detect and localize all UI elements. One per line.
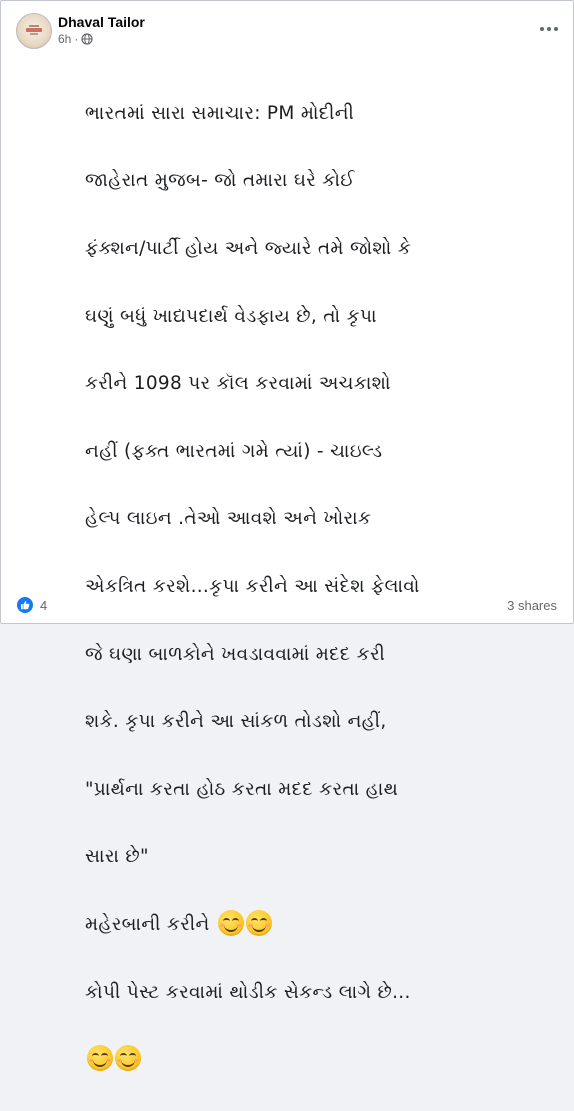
emoji-line (85, 1043, 525, 1077)
reaction-count[interactable]: 4 (40, 598, 47, 613)
smiling-face-emoji-icon (217, 909, 244, 936)
post-time[interactable]: 6h (58, 32, 71, 46)
post-card: Dhaval Tailor 6h · ભારતમાં સારા સમાચાર: … (0, 0, 574, 1072)
more-options-icon[interactable] (537, 19, 561, 39)
post-line: જાહેરાત મુજબ- જો તમારા ઘરે કોઈ (85, 170, 355, 192)
post-header: Dhaval Tailor 6h · (16, 13, 561, 53)
post-meta: 6h · (58, 32, 93, 46)
post-line: હેલ્પ લાઇન .તેઓ આવશે અને ખોરાક (85, 508, 372, 530)
smiling-face-emoji-icon (87, 1045, 113, 1072)
post-line: "પ્રાર્થના કરતા હોઠ કરતા મદદ કરતા હાથ (85, 778, 399, 800)
post-footer: 4 3 shares (17, 597, 557, 615)
globe-icon (81, 33, 93, 45)
post-line-with-emoji: મહેરબાની કરીને (85, 908, 525, 942)
post-line: ઘણું બધું ખાદ્યપદાર્થ વેડફાય છે, તો કૃપા (85, 305, 377, 327)
post-line: નહીં (ફક્ત ભારતમાં ગમે ત્યાં) - ચાઇલ્ડ (85, 440, 383, 462)
smiling-face-emoji-icon (245, 909, 272, 936)
author-name[interactable]: Dhaval Tailor (58, 14, 145, 30)
post-line: કોપી પેસ્ટ કરવામાં થોડીક સેકન્ડ લાગે છે.… (85, 981, 411, 1003)
post-line: ફંક્શન/પાર્ટી હોય અને જ્યારે તમે જોશો કે (85, 237, 412, 259)
post-line: કરીને 1098 પર કૉલ કરવામાં અચકાશો (85, 373, 391, 395)
avatar-logo-icon (26, 25, 42, 35)
post-line: જે ઘણા બાળકોને ખવડાવવામાં મદદ કરી (85, 643, 386, 665)
post-line: મહેરબાની કરીને (85, 913, 210, 935)
like-icon[interactable] (17, 597, 33, 613)
post-message: ભારતમાં સારા સમાચાર: PM મોદીની જાહેરાત મ… (85, 63, 525, 1111)
post-line: શકે. કૃપા કરીને આ સાંકળ તોડશો નહીં, (85, 711, 387, 733)
post-line: ભારતમાં સારા સમાચાર: PM મોદીની (85, 102, 355, 124)
shares-count[interactable]: 3 shares (507, 598, 557, 613)
avatar[interactable] (16, 13, 52, 49)
smiling-face-emoji-icon (115, 1045, 141, 1072)
post-line: સારા છે" (85, 846, 149, 868)
